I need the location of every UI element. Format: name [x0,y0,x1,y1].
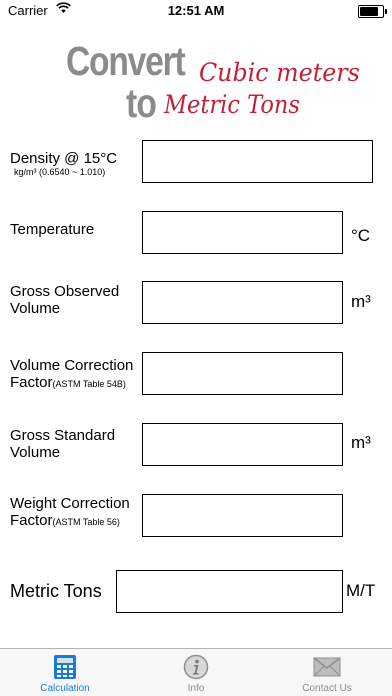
vcf-label: Volume Correction Factor(ASTM Table 54B) [10,357,133,393]
tab-contact-us[interactable]: Contact Us [262,649,392,696]
gov-label-line2: Volume [10,300,61,317]
gsv-label: Gross Standard Volume [10,427,115,461]
density-input[interactable] [142,140,373,183]
density-label-text: Density @ 15°C [10,150,118,167]
tab-contact-us-label: Contact Us [302,683,352,694]
tab-calculation[interactable]: Calculation [0,649,130,696]
wcf-label-line2: Factor [10,512,53,529]
logo-word-cubic-meters: Cubic meters [199,58,360,87]
battery-icon [358,5,387,18]
vcf-label-line1: Volume Correction [10,357,134,374]
vcf-astm-note: (ASTM Table 54B) [52,379,126,389]
tab-info[interactable]: Info [131,649,261,696]
clock: 12:51 AM [167,3,225,18]
envelope-icon [313,657,341,682]
temperature-unit: °C [351,226,371,245]
tab-info-label: Info [187,683,205,694]
wcf-input[interactable] [142,494,343,537]
tab-calculation-label: Calculation [40,683,90,694]
gsv-label-line1: Gross Standard [10,427,116,444]
tab-bar: Calculation Info Contact Us [0,648,392,696]
vcf-input[interactable] [142,352,343,395]
temperature-input[interactable] [142,211,343,254]
gov-input[interactable] [142,281,343,324]
gov-label-line1: Gross Observed [10,283,120,300]
status-bar: Carrier 12:51 AM [0,0,392,22]
logo-word-to: to [126,80,157,126]
logo-word-convert: Convert [66,38,186,84]
calculator-icon [53,654,77,685]
gov-unit: m³ [351,292,371,311]
density-range-note: kg/m³ (0.6540 ~ 1.010) [14,167,106,177]
info-icon [183,654,209,685]
metric-tons-unit: M/T [346,581,376,600]
gsv-input[interactable] [142,423,343,466]
gsv-unit: m³ [351,433,371,452]
gsv-label-line2: Volume [10,444,61,461]
wcf-label: Weight Correction Factor(ASTM Table 56) [10,495,130,531]
wcf-astm-note: (ASTM Table 56) [52,517,120,527]
density-label: Density @ 15°C kg/m³ (0.6540 ~ 1.010) [10,150,117,178]
app-logo: Convert to Cubic meters Metric Tons [64,38,360,126]
metric-tons-output[interactable] [116,570,343,613]
logo-word-metric-tons: Metric Tons [164,90,300,119]
wcf-label-line1: Weight Correction [10,495,130,512]
temperature-label: Temperature [10,221,95,238]
metric-tons-label: Metric Tons [10,581,102,601]
vcf-label-line2: Factor [10,374,53,391]
gov-label: Gross Observed Volume [10,283,119,317]
